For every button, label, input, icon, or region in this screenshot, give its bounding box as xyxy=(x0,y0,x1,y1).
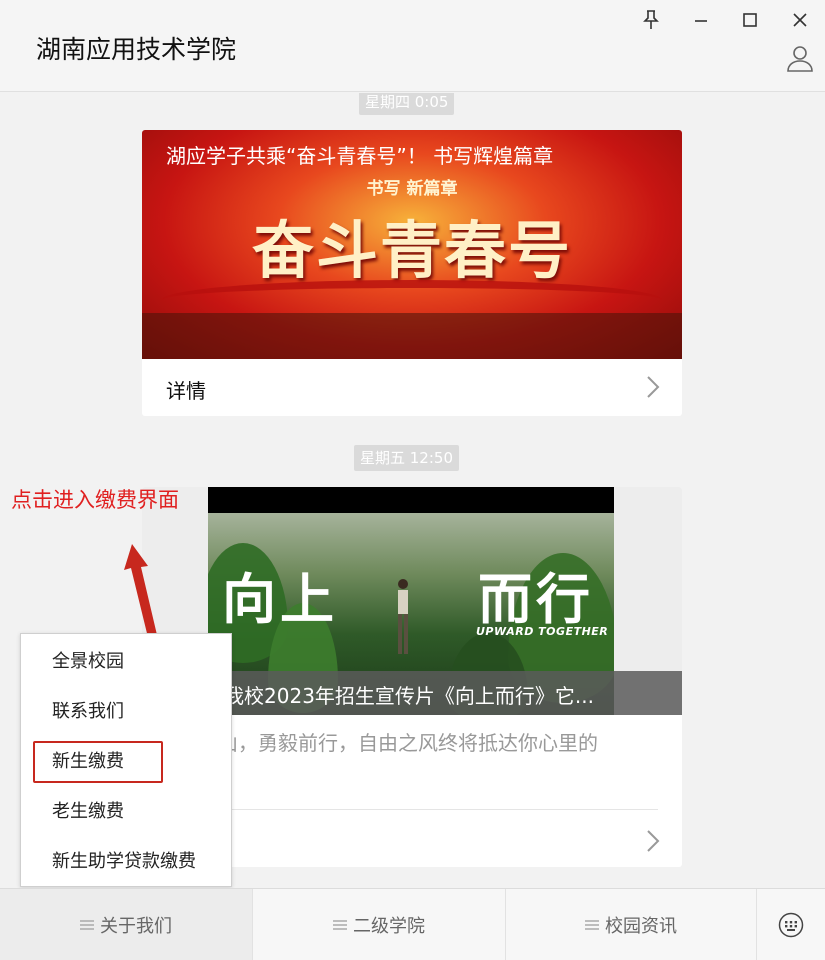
keyboard-toggle-button[interactable] xyxy=(757,889,825,960)
article-caption: 湖应学子共乘“奋斗青春号”！ 书写辉煌篇章 xyxy=(166,144,554,168)
tab-label: 关于我们 xyxy=(100,916,172,937)
menu-lines-icon xyxy=(80,920,94,930)
pin-icon xyxy=(643,10,659,29)
video-title: 向上 而行 xyxy=(222,555,594,634)
tab-label: 二级学院 xyxy=(353,916,425,937)
bottom-menu-bar: 关于我们 二级学院 校园资讯 xyxy=(0,888,825,960)
window-title: 湖南应用技术学院 xyxy=(36,35,237,64)
menu-item-contact-us[interactable]: 联系我们 xyxy=(21,687,231,737)
minimize-icon xyxy=(695,20,707,22)
keyboard-icon xyxy=(778,912,804,938)
divider xyxy=(166,809,658,810)
menu-lines-icon xyxy=(585,920,599,930)
profile-button[interactable] xyxy=(784,42,816,74)
menu-item-freshman-loan-payment[interactable]: 新生助学贷款缴费 xyxy=(21,837,231,887)
close-icon xyxy=(793,13,807,27)
tab-label: 校园资讯 xyxy=(605,916,677,937)
chevron-right-icon[interactable] xyxy=(646,829,660,853)
highlight-box xyxy=(33,741,163,783)
banner-title: 奋斗青春号 xyxy=(251,214,572,287)
tab-secondary-colleges[interactable]: 二级学院 xyxy=(253,889,506,960)
user-profile-icon xyxy=(787,46,813,72)
app-window: 湖南应用技术学院 星期四 0:05 书写 新篇章 奋斗青春号 湖应学子共乘“奋斗… xyxy=(0,0,825,960)
detail-link[interactable]: 详情 xyxy=(142,359,682,416)
detail-label: 详情 xyxy=(166,379,206,403)
video-caption: 官宣发布!我校2023年招生宣传片《向上而行》它... xyxy=(208,684,594,708)
title-bar: 湖南应用技术学院 xyxy=(0,0,825,92)
tab-about-us[interactable]: 关于我们 xyxy=(0,889,253,960)
menu-lines-icon xyxy=(333,920,347,930)
video-title-english: UPWARD TOGETHER xyxy=(476,625,609,638)
chevron-right-icon xyxy=(647,376,660,398)
article-banner-image[interactable]: 书写 新篇章 奋斗青春号 湖应学子共乘“奋斗青春号”！ 书写辉煌篇章 xyxy=(142,130,682,359)
maximize-icon xyxy=(743,13,757,27)
menu-item-panorama-campus[interactable]: 全景校园 xyxy=(21,637,231,687)
menu-item-returning-student-payment[interactable]: 老生缴费 xyxy=(21,787,231,837)
maximize-button[interactable] xyxy=(735,6,765,34)
pin-button[interactable] xyxy=(636,6,666,34)
banner-subtitle: 书写 新篇章 xyxy=(366,179,458,199)
annotation-text: 点击进入缴费界面 xyxy=(11,488,179,512)
message-timestamp: 星期五 12:50 xyxy=(354,445,459,471)
message-timestamp: 星期四 0:05 xyxy=(359,93,455,115)
tab-campus-news[interactable]: 校园资讯 xyxy=(506,889,757,960)
video-title-right: 而行 xyxy=(478,567,594,631)
article-card[interactable]: 书写 新篇章 奋斗青春号 湖应学子共乘“奋斗青春号”！ 书写辉煌篇章 详情 xyxy=(142,130,682,416)
close-button[interactable] xyxy=(785,6,815,34)
caption-bar xyxy=(142,313,682,359)
minimize-button[interactable] xyxy=(686,6,716,34)
video-title-left: 向上 xyxy=(222,567,338,631)
popup-menu: 全景校园 联系我们 新生缴费 老生缴费 新生助学贷款缴费 xyxy=(20,633,232,887)
